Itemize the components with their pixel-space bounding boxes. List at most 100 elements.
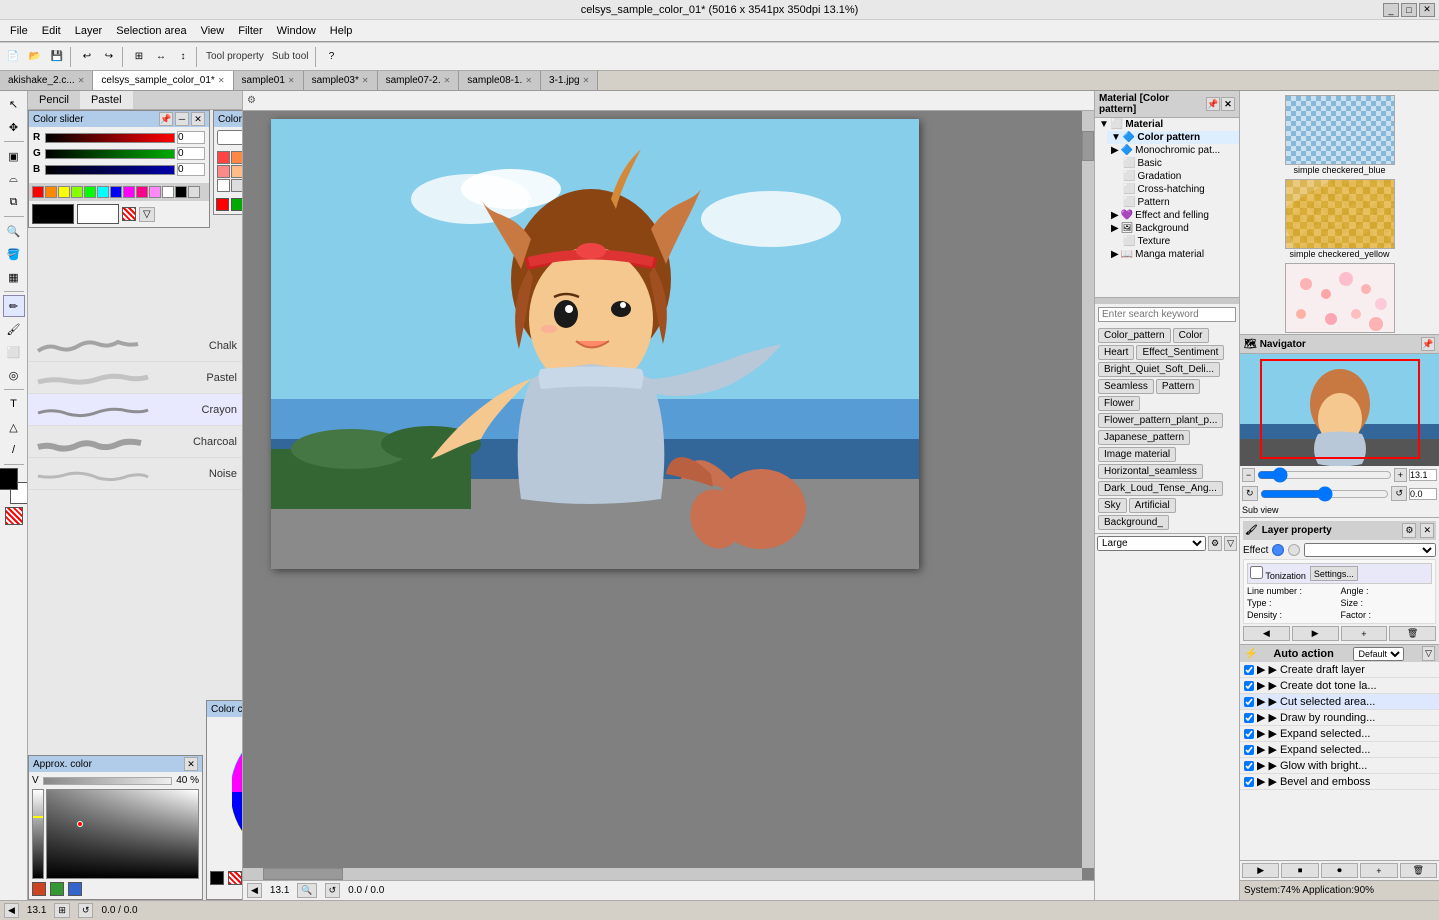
nav-rot-val[interactable] [1409, 488, 1437, 500]
current-bg-color[interactable] [77, 204, 119, 224]
tag-artificial[interactable]: Artificial [1129, 498, 1176, 513]
open-btn[interactable]: 📂 [24, 46, 46, 68]
mat-pin[interactable]: 📌 [1206, 97, 1220, 111]
tag-bright-quiet[interactable]: Bright_Quiet_Soft_Deli... [1098, 362, 1220, 377]
tree-gradation[interactable]: ⬜ Gradation [1119, 170, 1239, 183]
lp-options[interactable]: ⚙ [1402, 523, 1416, 538]
tree-material[interactable]: ▼ ⬜ Material [1095, 118, 1239, 131]
swatch-red[interactable] [32, 186, 44, 198]
selection-tool[interactable]: ▣ [3, 145, 25, 167]
menu-filter[interactable]: Filter [232, 24, 268, 38]
brush-charcoal[interactable]: Charcoal [28, 426, 242, 458]
nav-pin[interactable]: 📌 [1421, 337, 1435, 351]
lp-close[interactable]: ✕ [1420, 523, 1434, 538]
aa-check-5[interactable] [1244, 745, 1254, 755]
aa-set-select[interactable]: Default [1353, 647, 1404, 661]
menu-layer[interactable]: Layer [69, 24, 109, 38]
tab-sample03[interactable]: sample03*✕ [304, 71, 378, 91]
aa-check-4[interactable] [1244, 729, 1254, 739]
tag-image-material[interactable]: Image material [1098, 447, 1176, 462]
thumb-img-spring[interactable] [1285, 263, 1395, 333]
aa-add[interactable]: + [1360, 863, 1397, 878]
tab-sample01[interactable]: sample01✕ [234, 71, 304, 91]
view-options-btn[interactable]: ⚙ [1208, 536, 1222, 551]
hscroll-thumb[interactable] [263, 868, 343, 880]
tree-manga[interactable]: ▶ 📖 Manga material [1107, 248, 1239, 261]
swatch-pink[interactable] [136, 186, 148, 198]
color-slider-pin[interactable]: 📌 [159, 112, 173, 126]
canvas-container[interactable] [243, 111, 1094, 880]
pen-tool[interactable]: ✏ [3, 295, 25, 317]
current-fg-color[interactable] [32, 204, 74, 224]
aa-check-0[interactable] [1244, 665, 1254, 675]
tree-pattern[interactable]: ⬜ Pattern [1119, 196, 1239, 209]
material-search-input[interactable] [1098, 307, 1236, 322]
brush-pastel[interactable]: Pastel [28, 362, 242, 394]
tag-dark-loud[interactable]: Dark_Loud_Tense_Ang... [1098, 481, 1223, 496]
effect-circle-on[interactable] [1272, 544, 1284, 556]
fill-tool[interactable]: 🪣 [3, 243, 25, 265]
tag-color[interactable]: Color [1173, 328, 1209, 343]
g-slider-track[interactable] [45, 149, 175, 159]
b-value-input[interactable] [177, 163, 205, 176]
b-slider-track[interactable] [45, 165, 175, 175]
effect-blend-select[interactable] [1304, 543, 1436, 557]
mat-filter-btn[interactable]: ▽ [1224, 536, 1237, 551]
nav-zoom-out[interactable]: − [1242, 468, 1255, 482]
swatch-black[interactable] [175, 186, 187, 198]
tonization-checkbox-label[interactable]: Tonization [1250, 566, 1306, 581]
aa-check-1[interactable] [1244, 681, 1254, 691]
save-btn[interactable]: 💾 [46, 46, 68, 68]
cc-transparent[interactable] [228, 871, 242, 885]
approx-fg-color[interactable] [32, 882, 46, 896]
figure-tool[interactable]: △ [3, 416, 25, 438]
lp-btn2[interactable]: ▶ [1292, 626, 1339, 641]
menu-edit[interactable]: Edit [36, 24, 67, 38]
color-slider-options[interactable]: ▽ [139, 207, 155, 222]
tree-background[interactable]: ▶ 🖼 Background [1107, 222, 1239, 235]
redo-btn[interactable]: ↪ [98, 46, 120, 68]
brush-crayon[interactable]: Crayon [28, 394, 242, 426]
tree-crosshatch[interactable]: ⬜ Cross-hatching [1119, 183, 1239, 196]
vscroll-thumb[interactable] [1082, 131, 1094, 161]
effect-circle-off[interactable] [1288, 544, 1300, 556]
swatch-lime[interactable] [71, 186, 83, 198]
color-set-select[interactable]: Default color set [217, 130, 242, 145]
flip-h-btn[interactable]: ↔ [150, 46, 172, 68]
nav-rot-cw[interactable]: ↻ [1242, 486, 1258, 501]
transform-btn[interactable]: ⊞ [128, 46, 150, 68]
tree-monochromic[interactable]: ▶ 🔷 Monochromic pat... [1107, 144, 1239, 157]
cs-spot-red[interactable] [216, 198, 229, 211]
cs-swatch[interactable] [217, 179, 230, 192]
approx-close[interactable]: ✕ [184, 757, 198, 771]
approx-color-box[interactable] [46, 789, 199, 879]
cs-swatch[interactable] [217, 151, 230, 164]
aa-check-6[interactable] [1244, 761, 1254, 771]
canvas-vscroll[interactable] [1082, 111, 1094, 868]
g-value-input[interactable] [177, 147, 205, 160]
aa-check-7[interactable] [1244, 777, 1254, 787]
swatch-lightgray[interactable] [188, 186, 200, 198]
fg-color-swatch[interactable] [0, 468, 18, 490]
r-value-input[interactable] [177, 131, 205, 144]
color-slider-close[interactable]: ✕ [191, 112, 205, 126]
thumb-img-blue[interactable] [1285, 95, 1395, 165]
lp-btn4[interactable]: 🗑 [1389, 626, 1436, 641]
v-slider[interactable] [43, 777, 173, 785]
aa-check-3[interactable] [1244, 713, 1254, 723]
aa-record[interactable]: ⏺ [1321, 863, 1358, 878]
approx-preview3[interactable] [68, 882, 82, 896]
color-slider-minimize[interactable]: ─ [175, 112, 189, 126]
help-btn[interactable]: ? [321, 46, 343, 68]
brush-noise[interactable]: Noise [28, 458, 242, 490]
aa-check-2[interactable] [1244, 697, 1254, 707]
tag-seamless[interactable]: Seamless [1098, 379, 1154, 394]
cursor-tool[interactable]: ↖ [3, 93, 25, 115]
color-slider-header[interactable]: Color slider 📌 ─ ✕ [29, 111, 209, 127]
maximize-btn[interactable]: □ [1401, 3, 1417, 17]
menu-view[interactable]: View [195, 24, 231, 38]
mat-close[interactable]: ✕ [1221, 97, 1235, 111]
cs-swatch[interactable] [217, 165, 230, 178]
swatch-yellow[interactable] [58, 186, 70, 198]
thumb-img-yellow[interactable] [1285, 179, 1395, 249]
